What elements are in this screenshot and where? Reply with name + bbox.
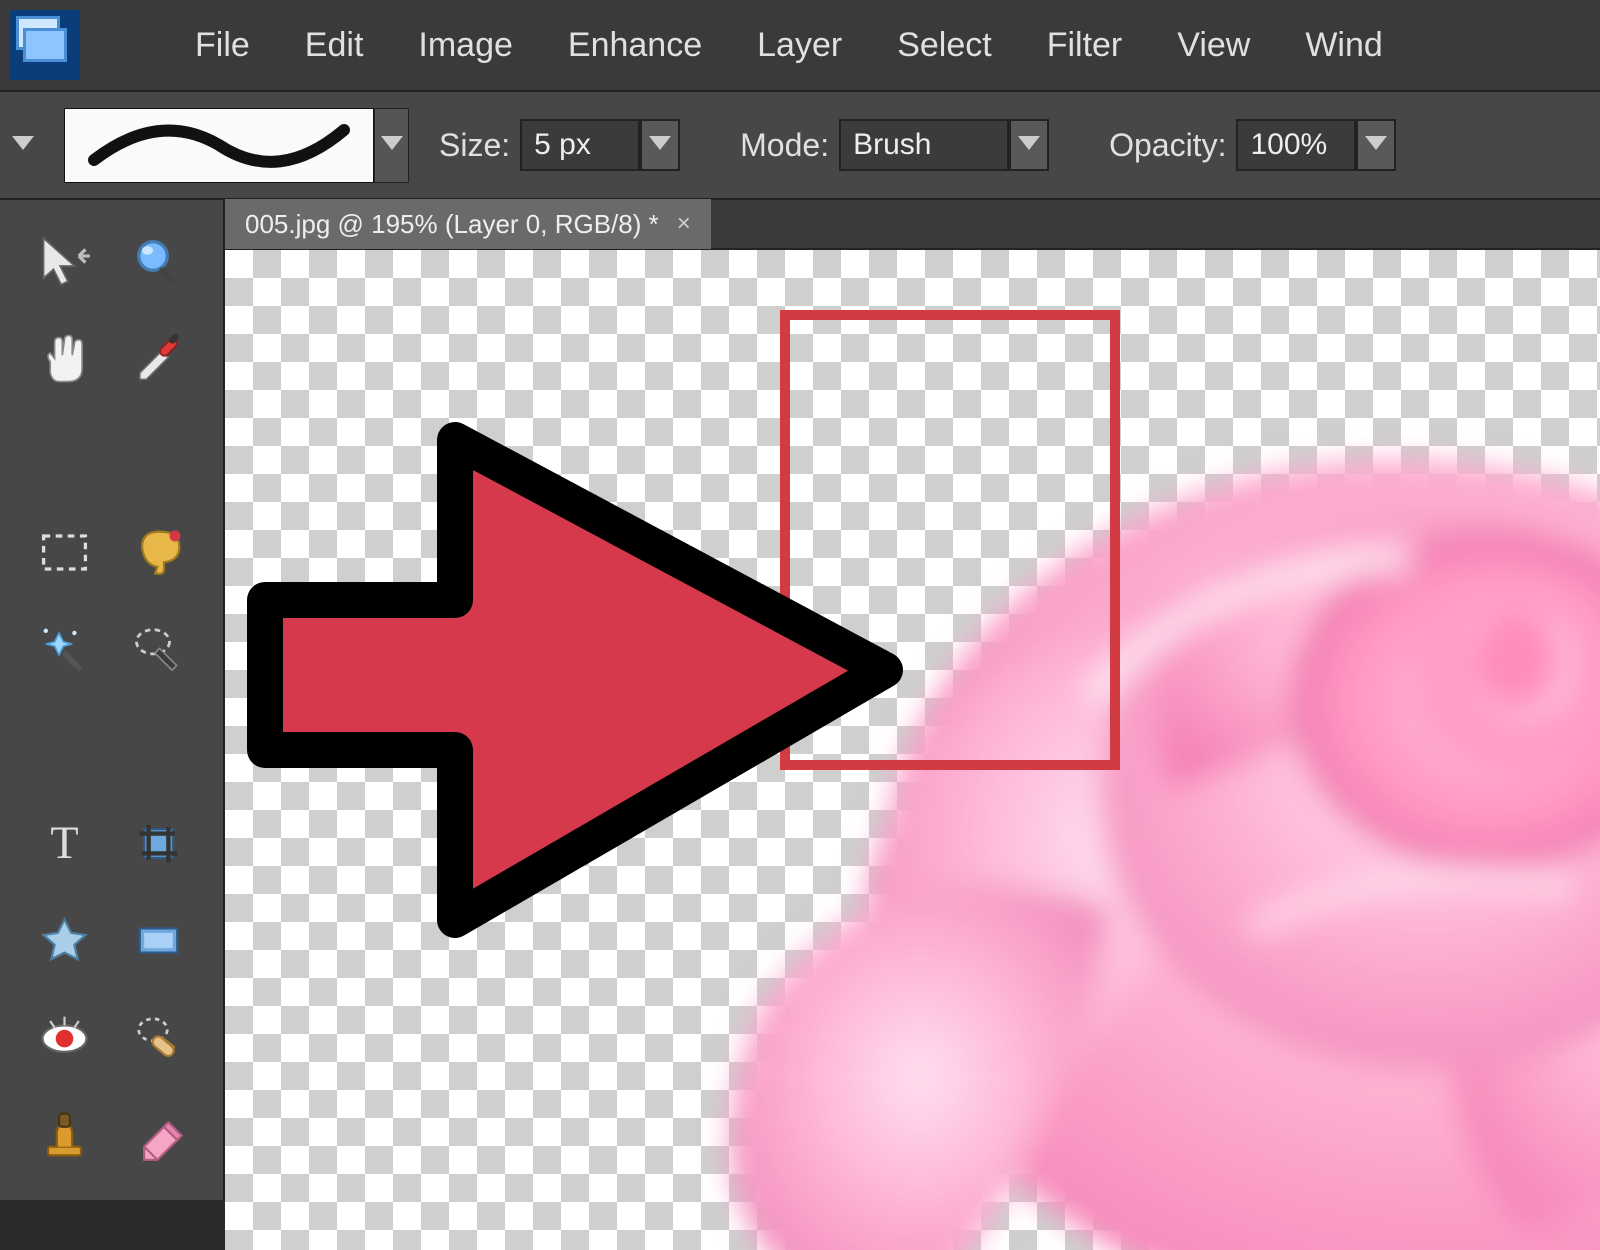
- tool-rectangular-marquee[interactable]: [19, 505, 111, 600]
- tool-straighten[interactable]: [113, 893, 205, 988]
- annotation-highlight-box: [780, 310, 1120, 770]
- menu-bar: File Edit Image Enhance Layer Select Fil…: [0, 0, 1600, 90]
- tool-eyedropper[interactable]: [113, 311, 205, 406]
- tool-lasso[interactable]: [113, 505, 205, 600]
- tool-eraser[interactable]: [113, 1087, 205, 1182]
- document-tab[interactable]: 005.jpg @ 195% (Layer 0, RGB/8) * ×: [225, 199, 711, 249]
- tool-move[interactable]: [19, 214, 111, 309]
- tool-cookie-cutter[interactable]: [19, 893, 111, 988]
- tool-type[interactable]: T: [19, 796, 111, 891]
- svg-text:T: T: [51, 817, 79, 868]
- menu-view[interactable]: View: [1177, 26, 1250, 65]
- mode-label: Mode:: [740, 127, 829, 164]
- options-bar: Size: 5 px Mode: Brush Opacity: 100%: [0, 90, 1600, 200]
- chevron-down-icon: [1018, 134, 1040, 156]
- size-label: Size:: [439, 127, 510, 164]
- tool-clone-stamp[interactable]: [19, 1087, 111, 1182]
- chevron-down-icon: [649, 134, 671, 156]
- size-input[interactable]: 5 px: [520, 119, 640, 171]
- document-tab-title: 005.jpg @ 195% (Layer 0, RGB/8) *: [245, 209, 659, 240]
- mode-dropdown-button[interactable]: [1009, 119, 1049, 171]
- toolbox-panel: T: [0, 200, 225, 1200]
- menu-window[interactable]: Wind: [1305, 26, 1382, 65]
- opacity-input[interactable]: 100%: [1236, 119, 1356, 171]
- app-logo-icon[interactable]: [10, 10, 80, 80]
- tool-quick-selection[interactable]: [113, 602, 205, 697]
- canvas[interactable]: [225, 250, 1600, 1250]
- menu-filter[interactable]: Filter: [1047, 26, 1123, 65]
- options-menu-chevron-icon[interactable]: [12, 134, 34, 156]
- tool-crop[interactable]: [113, 796, 205, 891]
- brush-preview[interactable]: [64, 108, 374, 183]
- tool-magic-wand[interactable]: [19, 602, 111, 697]
- opacity-dropdown-button[interactable]: [1356, 119, 1396, 171]
- tool-red-eye[interactable]: [19, 990, 111, 1085]
- menu-layer[interactable]: Layer: [757, 26, 842, 65]
- chevron-down-icon: [381, 134, 403, 156]
- menu-file[interactable]: File: [195, 26, 250, 65]
- mode-select[interactable]: Brush: [839, 119, 1009, 171]
- menu-edit[interactable]: Edit: [305, 26, 364, 65]
- menu-select[interactable]: Select: [897, 26, 992, 65]
- document-tab-strip: 005.jpg @ 195% (Layer 0, RGB/8) * ×: [225, 200, 1600, 250]
- opacity-label: Opacity:: [1109, 127, 1226, 164]
- size-dropdown-button[interactable]: [640, 119, 680, 171]
- brush-picker-button[interactable]: [374, 108, 409, 183]
- tool-zoom[interactable]: [113, 214, 205, 309]
- tool-hand[interactable]: [19, 311, 111, 406]
- menu-image[interactable]: Image: [418, 26, 513, 65]
- menu-enhance[interactable]: Enhance: [568, 26, 702, 65]
- close-icon[interactable]: ×: [677, 210, 691, 238]
- tool-spot-healing-brush[interactable]: [113, 990, 205, 1085]
- chevron-down-icon: [1365, 134, 1387, 156]
